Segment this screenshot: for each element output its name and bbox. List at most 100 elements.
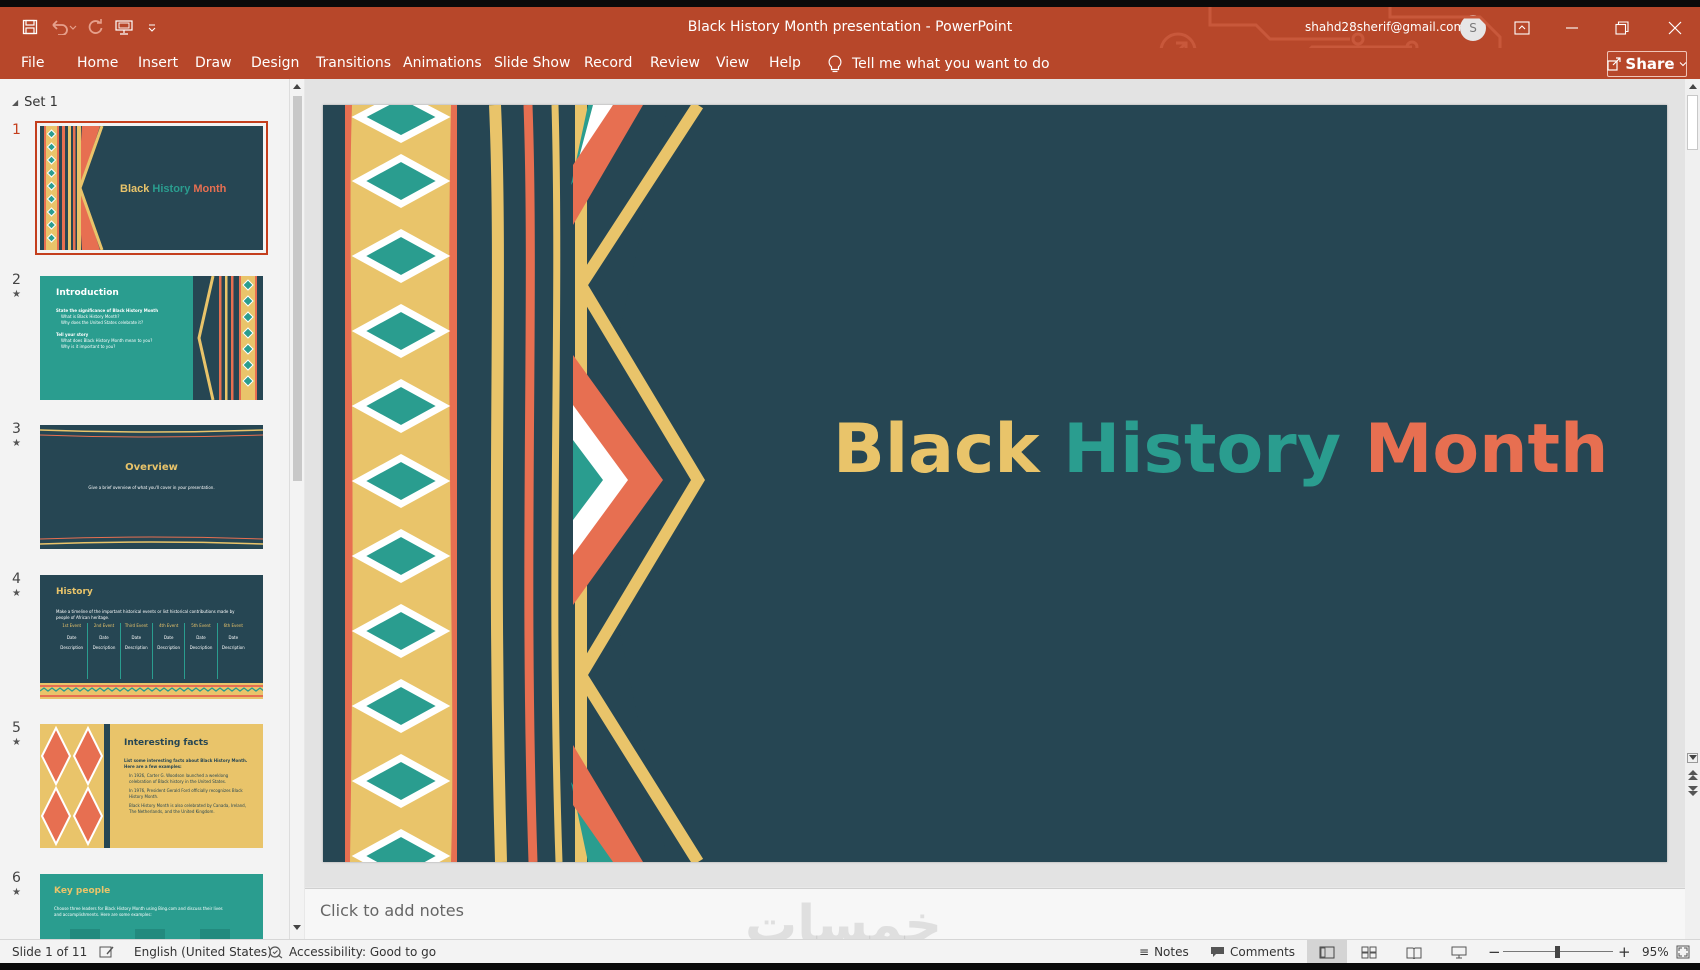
share-button[interactable]: Share xyxy=(1607,51,1687,77)
tell-me-search[interactable]: Tell me what you want to do xyxy=(828,48,1050,79)
zoom-thumb[interactable] xyxy=(1555,946,1560,958)
collapse-triangle-icon: ◢ xyxy=(12,98,19,107)
tell-me-label: Tell me what you want to do xyxy=(852,55,1050,72)
scroll-up-arrow-icon[interactable] xyxy=(1687,81,1698,91)
tribal-pattern-graphic xyxy=(345,105,705,862)
notes-label: Notes xyxy=(1154,945,1189,959)
slide-2-bullet: Why is it important to you? xyxy=(61,344,116,349)
slide-thumbnail-2[interactable]: Introduction State the significance of B… xyxy=(40,276,263,400)
editor-scrollbar[interactable] xyxy=(1685,79,1700,939)
section-name: Set 1 xyxy=(24,95,58,110)
slide-3-body: Give a brief overview of what you'll cov… xyxy=(88,485,215,490)
slide-5-title: Interesting facts xyxy=(124,738,209,748)
tab-home[interactable]: Home xyxy=(77,48,118,79)
notes-placeholder[interactable]: Click to add notes xyxy=(320,901,464,920)
customize-toolbar-icon[interactable] xyxy=(138,15,166,39)
slide-counter[interactable]: Slide 1 of 11 xyxy=(12,940,87,964)
fit-to-window-icon[interactable] xyxy=(1676,940,1690,964)
slide-thumbnail-5[interactable]: Interesting facts List some interesting … xyxy=(40,724,263,848)
scroll-up-arrow-icon[interactable] xyxy=(292,81,302,91)
section-header[interactable]: ◢ Set 1 xyxy=(12,95,58,110)
scroll-down-arrow-icon[interactable] xyxy=(292,923,302,933)
slide-5-bullet: Black History Month is also celebrated b… xyxy=(129,803,246,814)
slide-6-title: Key people xyxy=(54,886,111,896)
slide-2-title: Introduction xyxy=(56,288,119,298)
slide-4-timeline: 1st Event Date Description 2nd Event Date De… xyxy=(56,623,249,679)
zoom-level[interactable]: 95% xyxy=(1642,940,1669,964)
notes-icon: ≡ xyxy=(1139,945,1150,959)
notes-button[interactable]: ≡ Notes xyxy=(1139,940,1189,964)
notes-pane[interactable]: Click to add notes xyxy=(305,888,1685,939)
timeline-description: Description xyxy=(221,645,245,650)
tab-draw[interactable]: Draw xyxy=(195,48,232,79)
spell-check-icon[interactable] xyxy=(99,940,115,964)
save-icon[interactable] xyxy=(16,15,44,39)
minimize-icon[interactable] xyxy=(1547,7,1597,48)
present-from-beginning-icon[interactable] xyxy=(110,15,138,39)
tab-transitions[interactable]: Transitions xyxy=(316,48,391,79)
timeline-description: Description xyxy=(60,645,84,650)
animation-star-icon: ★ xyxy=(12,887,21,898)
restore-icon[interactable] xyxy=(1597,7,1647,48)
close-icon[interactable] xyxy=(1650,7,1700,48)
next-slide-icon[interactable] xyxy=(1687,784,1698,797)
ribbon-display-options-icon[interactable] xyxy=(1497,7,1547,48)
comments-button[interactable]: Comments xyxy=(1210,940,1295,964)
zoom-out-icon[interactable]: − xyxy=(1488,940,1501,964)
previous-slide-icon[interactable] xyxy=(1687,768,1698,781)
scroll-thumb[interactable] xyxy=(293,96,302,481)
zoom-slider[interactable] xyxy=(1503,940,1613,964)
timeline-date: Date xyxy=(228,635,239,640)
account-email[interactable]: shahd28sherif@gmail.com xyxy=(1305,7,1465,48)
timeline-event: 2nd Event xyxy=(93,623,115,628)
tab-design[interactable]: Design xyxy=(251,48,299,79)
timeline-event: 6th Event xyxy=(223,623,243,628)
language-indicator[interactable]: English (United States) xyxy=(134,940,272,964)
comments-label: Comments xyxy=(1230,945,1296,959)
slide-number: 3 xyxy=(12,421,21,437)
zoom-in-icon[interactable]: + xyxy=(1618,940,1631,964)
normal-view-icon[interactable] xyxy=(1307,940,1347,964)
timeline-date: Date xyxy=(163,635,174,640)
avatar[interactable]: S xyxy=(1460,15,1486,41)
slide-6-body: Choose three leaders for Black History M… xyxy=(54,906,223,917)
top-edge xyxy=(0,0,1700,7)
tab-help[interactable]: Help xyxy=(769,48,801,79)
redo-icon[interactable] xyxy=(82,15,110,39)
slide-6-photo xyxy=(200,929,230,939)
slide-thumbnail-6[interactable]: Key people Choose three leaders for Blac… xyxy=(40,874,263,939)
slide-number: 4 xyxy=(12,571,21,587)
tab-review[interactable]: Review xyxy=(650,48,700,79)
tab-record[interactable]: Record xyxy=(584,48,632,79)
timeline-description: Description xyxy=(92,645,116,650)
chevron-down-icon xyxy=(1679,60,1687,68)
slide-2-pattern xyxy=(193,276,263,400)
slide-sorter-icon[interactable] xyxy=(1361,940,1377,964)
slide-editor[interactable]: Black History Month xyxy=(305,79,1685,887)
slide-thumbnail-3[interactable]: Overview Give a brief overview of what y… xyxy=(40,425,263,549)
slide-show-icon[interactable] xyxy=(1451,940,1467,964)
undo-icon[interactable] xyxy=(44,15,82,39)
accessibility-label: Accessibility: Good to go xyxy=(289,945,437,959)
accessibility-icon xyxy=(268,945,284,959)
scroll-thumb[interactable] xyxy=(1687,95,1698,150)
current-slide[interactable]: Black History Month xyxy=(323,105,1667,862)
tab-view[interactable]: View xyxy=(716,48,749,79)
slide-3-title: Overview xyxy=(125,462,178,473)
tab-insert[interactable]: Insert xyxy=(138,48,178,79)
slide-thumbnail-4[interactable]: History Make a timeline of the important… xyxy=(40,575,263,699)
slide-thumbnail-pane[interactable]: ◢ Set 1 1 Black History Month 2 ★ Introd… xyxy=(0,79,290,939)
svg-text:Black History Month: Black History Month xyxy=(120,183,227,195)
timeline-date: Date xyxy=(196,635,206,640)
tab-file[interactable]: File xyxy=(21,48,44,79)
slide-thumbnail-1[interactable]: Black History Month xyxy=(35,121,268,255)
timeline-description: Description xyxy=(157,645,181,650)
thumbnail-scrollbar[interactable] xyxy=(289,79,304,939)
accessibility-status[interactable]: Accessibility: Good to go xyxy=(268,940,436,964)
slide-title[interactable]: Black History Month xyxy=(833,410,1608,489)
tab-animations[interactable]: Animations xyxy=(403,48,482,79)
reading-view-icon[interactable] xyxy=(1406,940,1422,964)
scroll-down-arrow-icon[interactable] xyxy=(1687,753,1698,763)
tab-slide-show[interactable]: Slide Show xyxy=(494,48,570,79)
slide-number: 2 xyxy=(12,272,21,288)
